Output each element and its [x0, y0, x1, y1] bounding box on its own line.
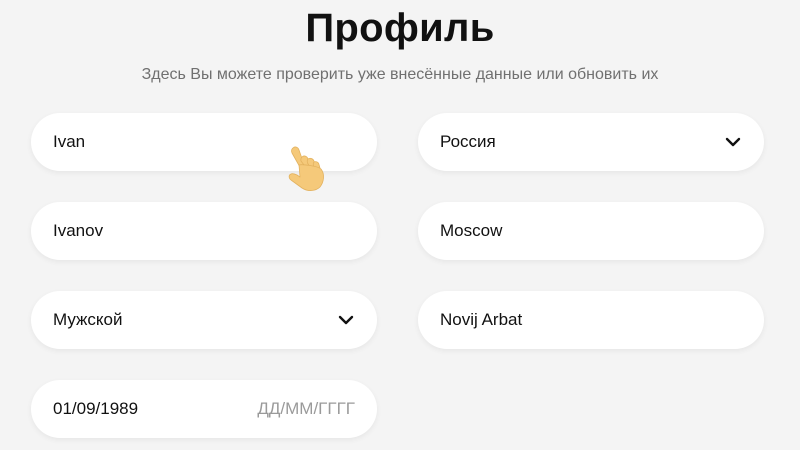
birth-date-value: 01/09/1989: [53, 399, 139, 418]
chevron-down-icon[interactable]: [337, 311, 355, 329]
chevron-down-icon[interactable]: [724, 133, 742, 151]
birth-date-format-hint: ДД/ММ/ГГГГ: [257, 399, 355, 418]
country-select[interactable]: Россия: [418, 113, 764, 171]
first-name-field[interactable]: Ivan: [31, 113, 377, 171]
gender-value: Мужской: [53, 310, 123, 329]
gender-select[interactable]: Мужской: [31, 291, 377, 349]
city-value: Moscow: [440, 221, 503, 240]
street-field[interactable]: Novij Arbat: [418, 291, 764, 349]
page-title: Профиль: [305, 6, 495, 50]
street-value: Novij Arbat: [440, 310, 523, 329]
city-field[interactable]: Moscow: [418, 202, 764, 260]
country-value: Россия: [440, 132, 496, 151]
last-name-field[interactable]: Ivanov: [31, 202, 377, 260]
page-subtitle: Здесь Вы можете проверить уже внесённые …: [141, 66, 659, 83]
last-name-value: Ivanov: [53, 221, 104, 240]
birth-date-field[interactable]: 01/09/1989 ДД/ММ/ГГГГ: [31, 380, 377, 438]
first-name-value: Ivan: [53, 132, 86, 151]
